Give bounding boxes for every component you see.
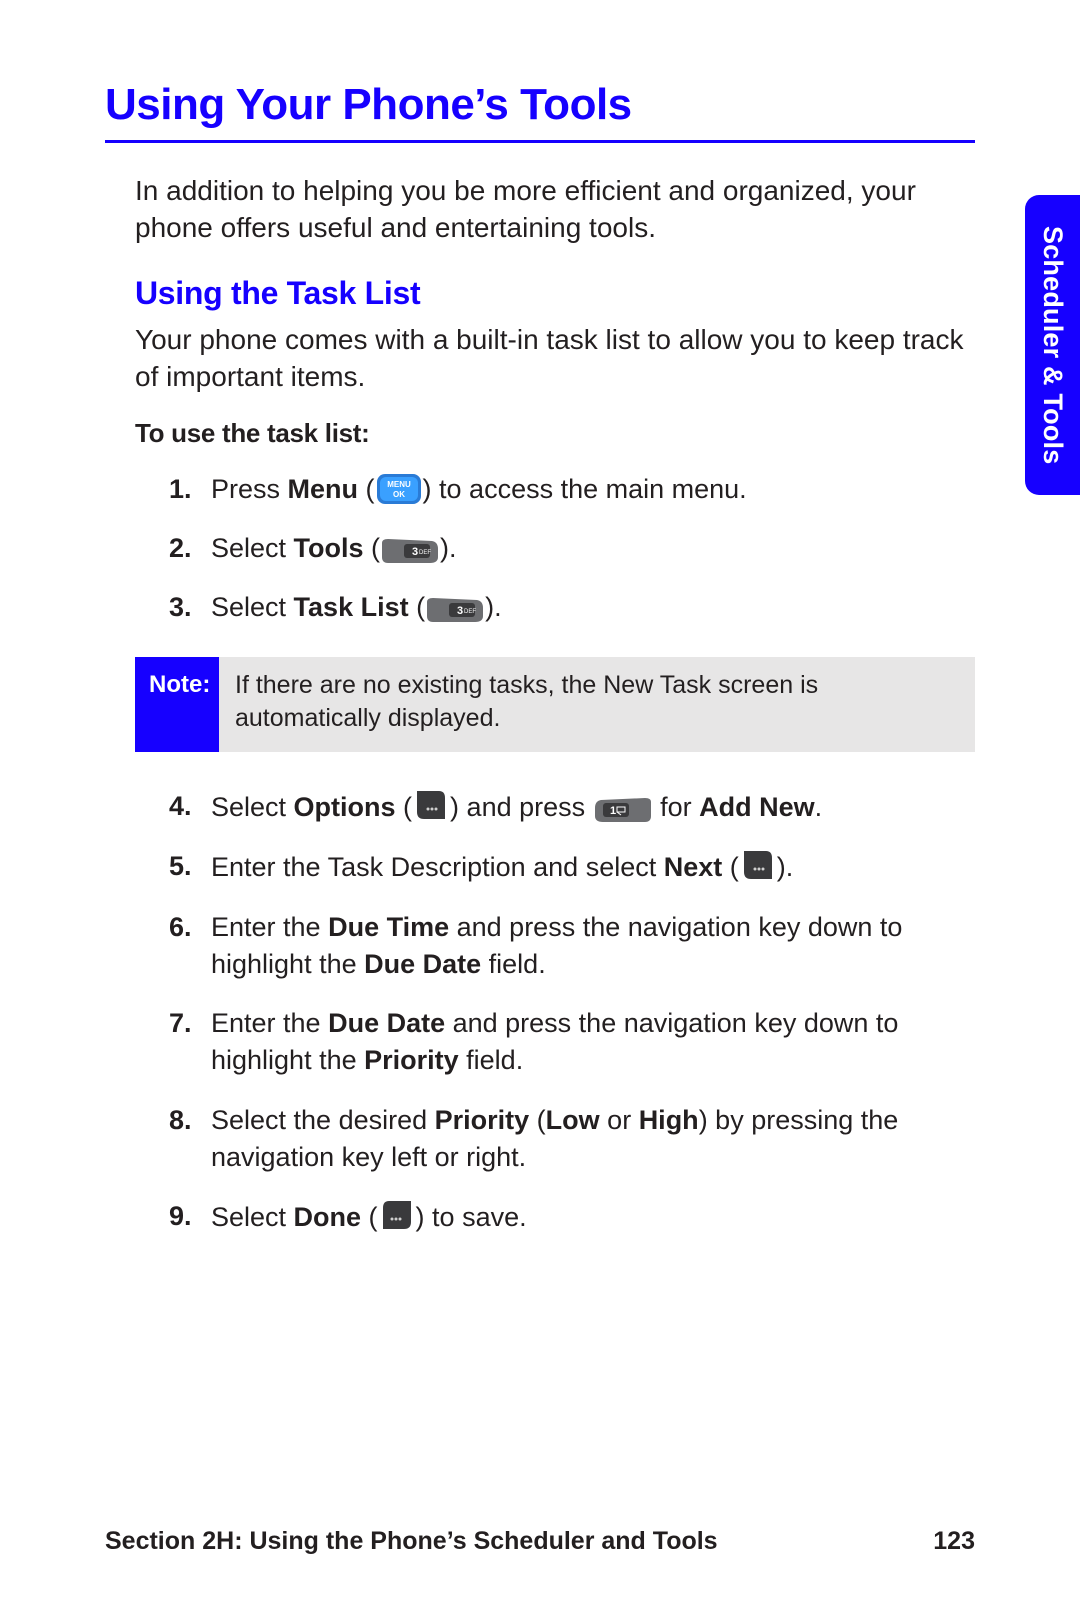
steps-list: Press Menu ( MENUOK ) to access the main… <box>105 471 975 649</box>
step-1: Press Menu ( MENUOK ) to access the main… <box>169 471 975 530</box>
svg-text:3: 3 <box>412 546 418 558</box>
svg-text:OK: OK <box>393 490 405 499</box>
menu-ok-key-icon: MENUOK <box>377 474 421 504</box>
title-rule <box>105 140 975 143</box>
intro-paragraph: In addition to helping you be more effic… <box>105 173 975 247</box>
key-1-icon: 1 <box>595 798 651 822</box>
page-footer: Section 2H: Using the Phone’s Scheduler … <box>105 1527 975 1556</box>
key-3-icon: 3DEF <box>382 539 438 563</box>
left-softkey-icon <box>380 1198 414 1232</box>
svg-text:MENU: MENU <box>387 480 411 489</box>
svg-text:DEF: DEF <box>419 550 431 556</box>
right-softkey-icon <box>741 848 775 882</box>
step-8: Select the desired Priority (Low or High… <box>169 1102 975 1199</box>
footer-section: Section 2H: Using the Phone’s Scheduler … <box>105 1527 718 1556</box>
right-softkey-icon <box>414 788 448 822</box>
step-3: Select Task List ( 3DEF ). <box>169 589 975 648</box>
step-9: Select Done ( ) to save. <box>169 1198 975 1258</box>
svg-text:1: 1 <box>610 805 616 817</box>
step-6: Enter the Due Time and press the navigat… <box>169 909 975 1006</box>
step-4: Select Options ( ) and press 1 for Add N… <box>169 788 975 848</box>
note-label: Note: <box>135 657 219 753</box>
section-tab: Scheduler & Tools <box>1025 195 1080 495</box>
note-box: Note: If there are no existing tasks, th… <box>135 657 975 753</box>
procedure-lead-in: To use the task list: <box>105 418 975 449</box>
svg-text:3: 3 <box>457 605 463 617</box>
subheading: Using the Task List <box>105 275 975 312</box>
section-tab-label: Scheduler & Tools <box>1037 226 1068 464</box>
footer-page-number: 123 <box>933 1527 975 1556</box>
note-body: If there are no existing tasks, the New … <box>219 657 975 753</box>
step-5: Enter the Task Description and select Ne… <box>169 848 975 908</box>
svg-text:DEF: DEF <box>464 609 476 615</box>
manual-page: Scheduler & Tools Using Your Phone’s Too… <box>0 0 1080 1620</box>
step-2: Select Tools ( 3DEF ). <box>169 530 975 589</box>
page-title: Using Your Phone’s Tools <box>105 80 975 130</box>
key-3-icon: 3DEF <box>427 598 483 622</box>
subhead-body: Your phone comes with a built-in task li… <box>105 322 975 396</box>
step-7: Enter the Due Date and press the navigat… <box>169 1005 975 1102</box>
steps-list-continued: Select Options ( ) and press 1 for Add N… <box>105 788 975 1258</box>
